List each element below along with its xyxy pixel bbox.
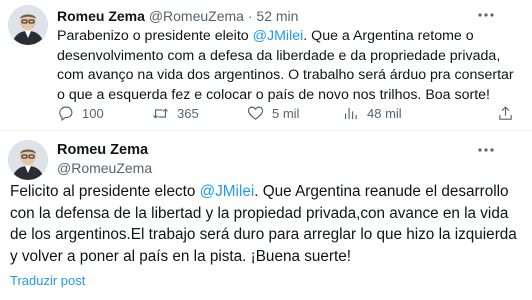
reply-icon [59,106,73,121]
quoted-author-name[interactable]: Romeu Zema [57,141,148,160]
avatar[interactable] [8,5,48,45]
like-count: 5 mil [272,105,300,121]
retweet-button[interactable]: 365 [152,103,199,123]
quoted-author-handle[interactable]: @RomeuZema [57,159,152,178]
analytics-icon [344,107,357,119]
mention-link[interactable]: @JMilei [253,28,304,44]
views-button[interactable]: 48 mil [342,103,402,123]
translate-link[interactable]: Traduzir post [10,272,85,289]
tweet[interactable]: Romeu Zema @RomeuZema · 52 min Parabeniz… [0,0,532,131]
retweet-count: 365 [177,105,199,121]
reply-button[interactable]: 100 [57,103,104,123]
more-horizontal-icon[interactable] [476,141,496,161]
retweet-icon [153,107,168,119]
mention-link[interactable]: @JMilei [200,183,255,200]
share-icon [499,105,512,120]
reply-count: 100 [82,105,104,121]
tweet-header: Romeu Zema @RomeuZema · 52 min [57,6,477,26]
share-button[interactable] [497,103,514,123]
quoted-text-part: Felicito al presidente electo [10,183,200,200]
author-name[interactable]: Romeu Zema [57,8,145,24]
tweet-text-part: Parabenizo o presidente eleito [57,28,253,44]
author-handle[interactable]: @RomeuZema [149,8,244,24]
heart-icon [247,106,264,120]
more-horizontal-icon[interactable] [476,6,496,26]
like-button[interactable]: 5 mil [247,103,299,123]
quoted-tweet-text: Felicito al presidente electo @JMilei. Q… [10,181,520,267]
action-bar: 100 365 5 mil 48 mil [57,103,527,123]
views-count: 48 mil [367,105,402,121]
avatar[interactable] [8,140,48,180]
tweet-text: Parabenizo o presidente eleito @JMilei. … [57,27,525,105]
timestamp[interactable]: 52 min [256,8,298,24]
separator-dot: · [247,8,253,24]
